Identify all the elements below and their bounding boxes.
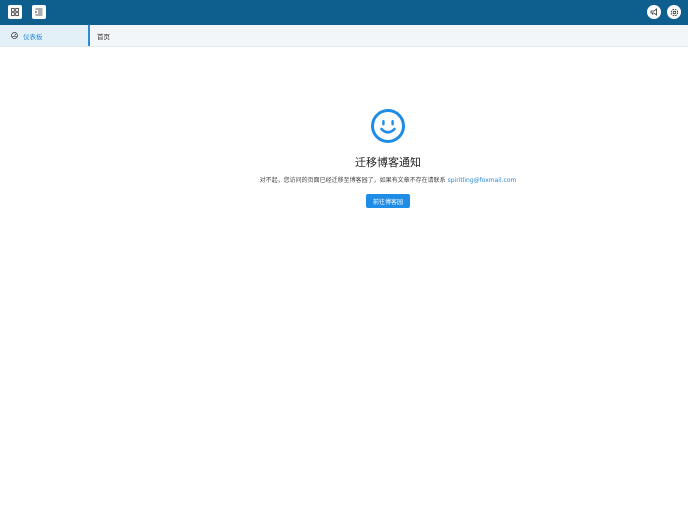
contact-email-link[interactable]: spiritling@foxmail.com xyxy=(448,177,517,184)
settings-icon[interactable] xyxy=(667,5,681,19)
smile-icon xyxy=(371,109,405,143)
notice-title: 迁移博客通知 xyxy=(355,156,421,169)
tab-dashboard[interactable]: 仪表板 xyxy=(0,25,90,46)
migration-notice: 迁移博客通知 对不起，您访问的页面已经迁移至博客园了，如果有文章不存在请联系 s… xyxy=(260,108,516,208)
top-bar xyxy=(0,0,688,25)
menu-indent-icon[interactable] xyxy=(32,5,46,19)
dashboard-icon xyxy=(11,32,18,39)
grid-icon[interactable] xyxy=(8,5,22,19)
megaphone-icon[interactable] xyxy=(647,5,661,19)
tab-home[interactable]: 首页 xyxy=(97,25,110,46)
tab-bar: 仪表板 首页 xyxy=(0,25,688,47)
notice-message: 对不起，您访问的页面已经迁移至博客园了，如果有文章不存在请联系 spiritli… xyxy=(260,175,517,184)
go-to-cnblogs-button[interactable]: 前往博客园 xyxy=(366,194,410,208)
notice-message-text: 对不起，您访问的页面已经迁移至博客园了，如果有文章不存在请联系 xyxy=(259,177,446,184)
tab-dashboard-label: 仪表板 xyxy=(23,32,43,41)
